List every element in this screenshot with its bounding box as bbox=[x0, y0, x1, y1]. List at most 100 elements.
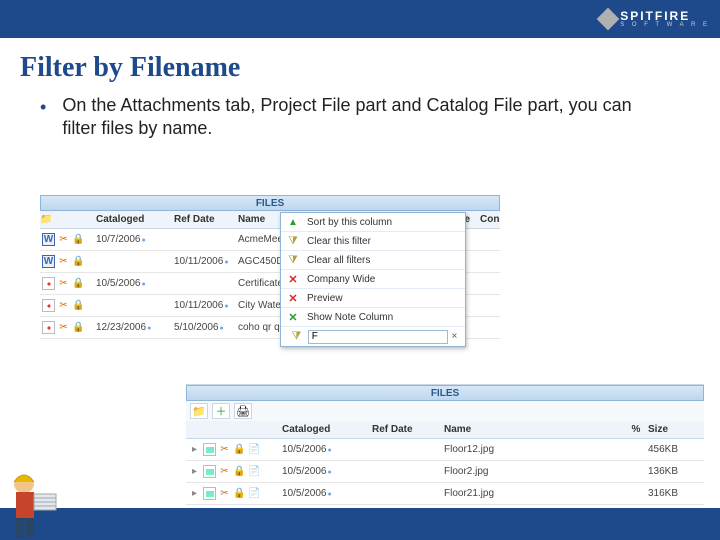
pdf-doc-icon[interactable] bbox=[42, 277, 55, 290]
cell-ref-date: 10/11/2006● bbox=[170, 256, 234, 267]
grid-header-row: Cataloged Ref Date Name % Size bbox=[186, 421, 704, 439]
scan-icon[interactable]: 🖨 bbox=[234, 403, 252, 419]
funnel-icon: ⧩ bbox=[285, 330, 308, 343]
construction-worker-illustration bbox=[4, 468, 58, 540]
lock-icon[interactable]: 🔒 bbox=[72, 255, 85, 268]
scissors-icon[interactable]: ✂ bbox=[218, 465, 231, 478]
lock-icon[interactable]: 🔒 bbox=[233, 487, 246, 500]
col-name[interactable]: Name bbox=[440, 424, 628, 435]
lock-icon[interactable]: 🔒 bbox=[72, 299, 85, 312]
lock-icon[interactable]: 🔒 bbox=[72, 277, 85, 290]
menu-show-note-column[interactable]: ✕ Show Note Column bbox=[281, 308, 465, 327]
cell-ref-date: 10/11/2006● bbox=[170, 300, 234, 311]
expand-icon[interactable]: ▸ bbox=[188, 443, 201, 456]
cell-cataloged: 10/7/2006● bbox=[92, 234, 170, 245]
sort-icon: ▲ bbox=[281, 217, 305, 228]
scissors-icon[interactable]: ✂ bbox=[57, 299, 70, 312]
menu-preview[interactable]: ✕ Preview bbox=[281, 289, 465, 308]
menu-clear-all-filters[interactable]: ⧩ Clear all filters bbox=[281, 251, 465, 270]
col-cataloged[interactable]: Cataloged bbox=[92, 214, 170, 225]
file-row[interactable]: ▸ ✂🔒📄 10/5/2006● Floor12.jpg 456KB bbox=[186, 439, 704, 461]
col-percent[interactable]: % bbox=[628, 424, 644, 435]
brand-logo: SPITFIRE S O F T W A R E bbox=[600, 10, 710, 28]
info-dot-icon[interactable]: ● bbox=[142, 237, 146, 244]
lock-icon[interactable]: 🔒 bbox=[233, 443, 246, 456]
column-context-menu: ▲ Sort by this column ⧩ Clear this filte… bbox=[280, 212, 466, 347]
note-icon[interactable]: 📄 bbox=[248, 487, 261, 500]
funnel-all-icon: ⧩ bbox=[281, 254, 305, 267]
files-grid-2: FILES 📁 ＋ 🖨 Cataloged Ref Date Name % Si… bbox=[186, 384, 704, 527]
app-header-bar: SPITFIRE S O F T W A R E bbox=[0, 0, 720, 38]
folder-icon[interactable]: 📁 bbox=[40, 213, 53, 226]
clear-filter-button[interactable]: × bbox=[448, 331, 461, 342]
info-dot-icon[interactable]: ● bbox=[328, 491, 332, 498]
files-panel-title: FILES bbox=[40, 195, 500, 211]
col-size[interactable]: Size bbox=[644, 424, 704, 435]
image-file-icon[interactable] bbox=[203, 443, 216, 456]
filter-text-input[interactable] bbox=[308, 330, 448, 344]
cell-size: 456KB bbox=[644, 444, 704, 455]
footer-bar bbox=[0, 508, 720, 540]
menu-label: Sort by this column bbox=[305, 217, 465, 228]
files-panel-title: FILES bbox=[186, 385, 704, 401]
pdf-doc-icon[interactable] bbox=[42, 321, 55, 334]
menu-clear-this-filter[interactable]: ⧩ Clear this filter bbox=[281, 232, 465, 251]
lock-icon[interactable]: 🔒 bbox=[72, 321, 85, 334]
file-row[interactable]: ▸ ✂🔒📄 10/5/2006● Floor21.jpg 316KB bbox=[186, 483, 704, 505]
lock-icon[interactable]: 🔒 bbox=[72, 233, 85, 246]
bullet-text: On the Attachments tab, Project File par… bbox=[62, 94, 670, 141]
check-icon: ✕ bbox=[281, 311, 305, 324]
brand-name: SPITFIRE bbox=[620, 10, 710, 22]
menu-sort-by-column[interactable]: ▲ Sort by this column bbox=[281, 213, 465, 232]
page-title: Filter by Filename bbox=[20, 52, 720, 84]
image-file-icon[interactable] bbox=[203, 465, 216, 478]
info-dot-icon[interactable]: ● bbox=[147, 325, 151, 332]
word-doc-icon[interactable]: W bbox=[42, 233, 55, 246]
col-cataloged[interactable]: Cataloged bbox=[278, 424, 368, 435]
info-dot-icon[interactable]: ● bbox=[224, 259, 228, 266]
scissors-icon[interactable]: ✂ bbox=[57, 233, 70, 246]
cell-name: Floor21.jpg bbox=[440, 488, 628, 499]
info-dot-icon[interactable]: ● bbox=[224, 303, 228, 310]
col-actions: 📁 bbox=[40, 213, 92, 226]
expand-icon[interactable]: ▸ bbox=[188, 487, 201, 500]
file-row[interactable]: ▸✂🔒📄10/5/2006●Floor2.jpg136KB bbox=[186, 461, 704, 483]
col-con[interactable]: Con bbox=[476, 214, 500, 225]
cell-cataloged: 10/5/2006● bbox=[278, 488, 368, 499]
note-icon[interactable]: 📄 bbox=[248, 465, 261, 478]
image-file-icon[interactable] bbox=[203, 487, 216, 500]
col-ref-date[interactable]: Ref Date bbox=[368, 424, 440, 435]
pdf-doc-icon[interactable] bbox=[42, 299, 55, 312]
info-dot-icon[interactable]: ● bbox=[328, 469, 332, 476]
expand-icon[interactable]: ▸ bbox=[188, 465, 201, 478]
info-dot-icon[interactable]: ● bbox=[142, 281, 146, 288]
folder-icon[interactable]: 📁 bbox=[190, 403, 208, 419]
cell-size: 316KB bbox=[644, 488, 704, 499]
menu-company-wide[interactable]: ✕ Company Wide bbox=[281, 270, 465, 289]
lock-icon[interactable]: 🔒 bbox=[233, 465, 246, 478]
info-dot-icon[interactable]: ● bbox=[328, 447, 332, 454]
cell-ref-date: 5/10/2006● bbox=[170, 322, 234, 333]
x-icon: ✕ bbox=[281, 273, 305, 286]
scissors-icon[interactable]: ✂ bbox=[57, 277, 70, 290]
scissors-icon[interactable]: ✂ bbox=[57, 255, 70, 268]
info-dot-icon[interactable]: ● bbox=[220, 325, 224, 332]
cell-name: Floor12.jpg bbox=[440, 444, 628, 455]
cell-cataloged: 10/5/2006● bbox=[278, 466, 368, 477]
word-doc-icon[interactable]: W bbox=[42, 255, 55, 268]
col-ref-date[interactable]: Ref Date bbox=[170, 214, 234, 225]
menu-label: Clear this filter bbox=[305, 236, 465, 247]
scissors-icon[interactable]: ✂ bbox=[218, 443, 231, 456]
menu-label: Preview bbox=[305, 293, 465, 304]
scissors-icon[interactable]: ✂ bbox=[57, 321, 70, 334]
add-icon[interactable]: ＋ bbox=[212, 403, 230, 419]
cell-size: 136KB bbox=[644, 466, 704, 477]
menu-filter-input-row: ⧩ × bbox=[281, 327, 465, 346]
brand-logo-mark bbox=[597, 8, 620, 31]
scissors-icon[interactable]: ✂ bbox=[218, 487, 231, 500]
funnel-icon: ⧩ bbox=[281, 235, 305, 248]
x-icon: ✕ bbox=[281, 292, 305, 305]
description-bullet: • On the Attachments tab, Project File p… bbox=[40, 94, 670, 141]
note-icon[interactable]: 📄 bbox=[248, 443, 261, 456]
cell-cataloged: 10/5/2006● bbox=[278, 444, 368, 455]
